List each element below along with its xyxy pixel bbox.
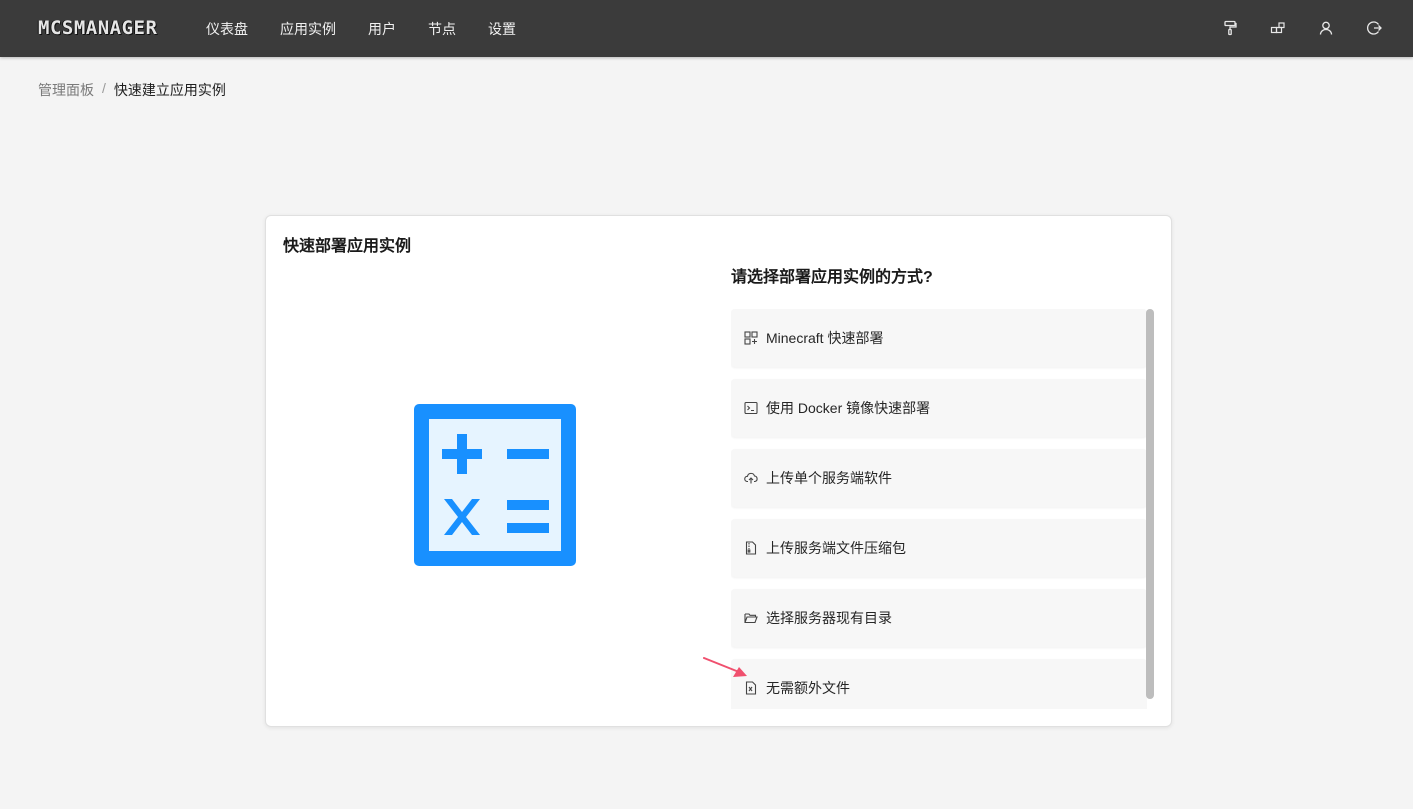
file-zip-icon	[744, 541, 758, 555]
deploy-options-list: Minecraft 快速部署 使用 Docker 镜像快速部署 上传单个服务端软…	[731, 309, 1147, 709]
option-label: 上传服务端文件压缩包	[766, 540, 906, 556]
quick-deploy-card: 快速部署应用实例 请选择部署应用实例的方式? Minecraft 快速部署 使用…	[265, 215, 1172, 727]
folder-open-icon	[744, 611, 758, 625]
top-navbar: MCSMANAGER 仪表盘 应用实例 用户 节点 设置	[0, 0, 1413, 57]
breadcrumb-current: 快速建立应用实例	[113, 82, 226, 98]
option-label: Minecraft 快速部署	[766, 330, 884, 346]
cloud-upload-icon	[744, 471, 758, 485]
terminal-icon	[744, 401, 758, 415]
option-label: 使用 Docker 镜像快速部署	[766, 400, 931, 416]
breadcrumb: 管理面板 / 快速建立应用实例	[38, 80, 226, 100]
options-scrollbar[interactable]	[1146, 309, 1154, 699]
blocks-icon[interactable]	[1269, 19, 1287, 37]
option-docker-deploy[interactable]: 使用 Docker 镜像快速部署	[731, 379, 1147, 437]
option-minecraft-quick-deploy[interactable]: Minecraft 快速部署	[731, 309, 1147, 367]
nav-nodes[interactable]: 节点	[428, 19, 456, 39]
option-label: 上传单个服务端软件	[766, 470, 892, 486]
breadcrumb-separator: /	[102, 80, 106, 96]
user-icon[interactable]	[1317, 19, 1335, 37]
nav-dashboard[interactable]: 仪表盘	[206, 19, 248, 39]
option-label: 选择服务器现有目录	[766, 610, 892, 626]
apps-icon	[744, 331, 758, 345]
option-upload-single-server[interactable]: 上传单个服务端软件	[731, 449, 1147, 507]
app-logo[interactable]: MCSMANAGER	[38, 18, 178, 38]
nav-settings[interactable]: 设置	[488, 19, 516, 39]
logout-icon[interactable]	[1365, 19, 1383, 37]
breadcrumb-root[interactable]: 管理面板	[38, 80, 94, 100]
option-no-extra-files[interactable]: 无需额外文件	[731, 659, 1147, 709]
main-nav: 仪表盘 应用实例 用户 节点 设置	[206, 0, 548, 57]
option-select-existing-directory[interactable]: 选择服务器现有目录	[731, 589, 1147, 647]
nav-instances[interactable]: 应用实例	[280, 19, 336, 39]
option-label: 无需额外文件	[766, 680, 850, 696]
option-upload-archive[interactable]: 上传服务端文件压缩包	[731, 519, 1147, 577]
paint-roller-icon[interactable]	[1221, 19, 1239, 37]
calculator-icon	[414, 404, 576, 566]
deploy-method-question: 请选择部署应用实例的方式?	[731, 269, 933, 286]
annotation-arrow-icon	[703, 657, 747, 677]
file-excel-icon	[744, 681, 758, 695]
card-title: 快速部署应用实例	[283, 238, 412, 255]
nav-users[interactable]: 用户	[368, 19, 396, 39]
